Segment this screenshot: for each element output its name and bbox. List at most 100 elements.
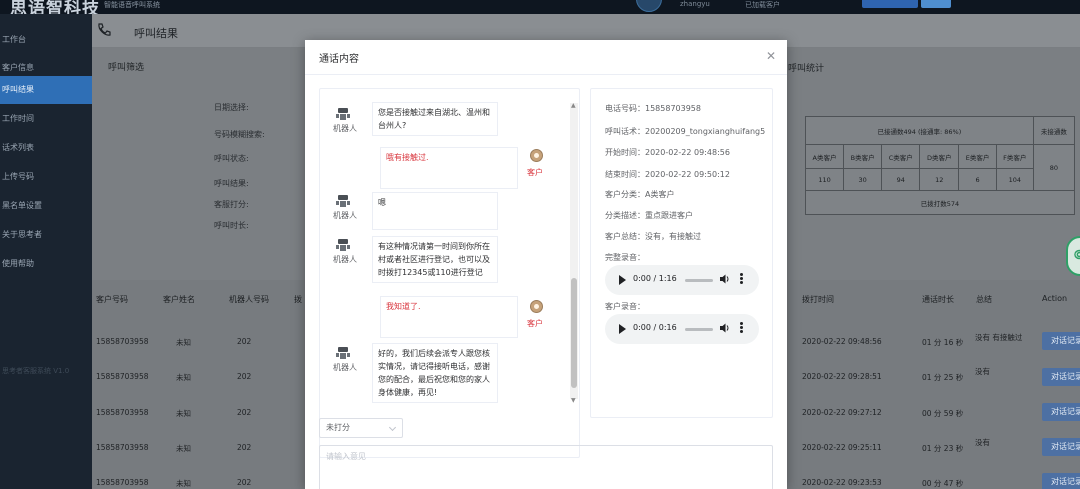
robot-icon — [336, 108, 350, 120]
filter-label-rating: 客服打分: — [214, 200, 249, 209]
call-content-dialog: 通话内容 ✕ 机器人 您是否接触过来自湖北、温州和台州人? 哦有接触过. 客户 … — [305, 40, 787, 489]
user-avatar[interactable] — [636, 0, 662, 12]
sidebar-item-blacklist[interactable]: 黑名单设置 — [0, 192, 92, 220]
message-customer-2: 我知道了. — [380, 296, 518, 338]
more-options-icon[interactable] — [740, 273, 744, 287]
row-3-duration: 00 分 59 秒 — [922, 409, 964, 418]
row-2-dialog-button[interactable]: 对话记录 — [1042, 368, 1080, 386]
row-4-dialog-button[interactable]: 对话记录 — [1042, 438, 1080, 456]
sidebar-item-upload-numbers[interactable]: 上传号码 — [0, 163, 92, 191]
row-3-phone: 15858703958 — [96, 408, 149, 417]
volume-icon[interactable] — [719, 273, 731, 285]
col-header-phone: 客户号码 — [96, 295, 128, 304]
message-customer-1: 哦有接触过. — [380, 147, 518, 189]
customer-avatar — [530, 149, 543, 162]
row-1-dialog-button[interactable]: 对话记录 — [1042, 332, 1080, 350]
row-1-robot: 202 — [237, 337, 252, 346]
robot-label: 机器人 — [333, 211, 357, 220]
stats-not-connected-value: 80 — [1032, 144, 1076, 191]
info-summary: 客户总结：没有，有接触过 — [605, 232, 701, 241]
col-header-robot: 机器人号码 — [229, 295, 269, 304]
top-primary-button[interactable] — [862, 0, 918, 8]
row-5-duration: 00 分 47 秒 — [922, 479, 964, 488]
row-2-phone: 15858703958 — [96, 372, 149, 381]
stats-table: 已接通数494 (接通率: 86%) 未接通数 A类客户 B类客户 C类客户 D… — [804, 116, 1076, 215]
stats-value-e: 6 — [958, 168, 997, 191]
row-4-summary: 没有 — [975, 438, 990, 447]
stats-class-f: F类客户 — [995, 144, 1034, 169]
message-robot-1: 您是否接触过来自湖北、温州和台州人? — [372, 102, 498, 136]
row-5-phone: 15858703958 — [96, 478, 149, 487]
sidebar-item-about[interactable]: 关于思考者 — [0, 221, 92, 249]
row-1-time: 2020-02-22 09:48:56 — [802, 337, 882, 346]
customer-label: 客户 — [527, 168, 543, 177]
floating-help-button[interactable]: ⦾ — [1066, 236, 1080, 276]
filter-label-status: 呼叫状态: — [214, 154, 249, 163]
stats-class-a: A类客户 — [804, 144, 845, 169]
dialog-title: 通话内容 — [319, 54, 359, 65]
sidebar-item-workbench[interactable]: 工作台 — [0, 26, 92, 54]
top-secondary-button[interactable] — [921, 0, 951, 8]
stats-value-a: 110 — [804, 168, 845, 191]
rating-select[interactable]: 未打分 — [319, 418, 403, 438]
stats-value-b: 30 — [843, 168, 883, 191]
call-info-panel: 电话号码：15858703958 呼叫话术：20200209_tongxiang… — [590, 88, 773, 418]
row-1-summary: 没有 有接触过 — [975, 333, 1023, 342]
row-4-name: 未知 — [176, 444, 191, 453]
stats-value-f: 104 — [995, 168, 1034, 191]
audio-progress-track[interactable] — [685, 328, 713, 331]
sidebar-item-work-time[interactable]: 工作时间 — [0, 105, 92, 133]
row-1-duration: 01 分 16 秒 — [922, 338, 964, 347]
full-audio-label: 完整录音： — [605, 253, 645, 262]
robot-icon — [336, 195, 350, 207]
comment-textarea[interactable]: 请输入意见 — [319, 445, 773, 489]
row-1-name: 未知 — [176, 338, 191, 347]
stats-dialed: 已拨打数574 — [805, 190, 1075, 215]
filter-label-result: 呼叫结果: — [214, 179, 249, 188]
full-audio-time: 0:00 / 1:16 — [633, 274, 677, 283]
stats-value-d: 12 — [919, 168, 960, 191]
row-2-robot: 202 — [237, 372, 252, 381]
scroll-down-icon[interactable]: ▼ — [571, 397, 576, 404]
row-1-phone: 15858703958 — [96, 337, 149, 346]
row-5-name: 未知 — [176, 479, 191, 488]
phone-icon — [98, 23, 111, 36]
close-icon[interactable]: ✕ — [766, 49, 776, 63]
filter-title: 呼叫筛选 — [108, 63, 145, 73]
robot-label: 机器人 — [333, 124, 357, 133]
info-start-time: 开始时间：2020-02-22 09:48:56 — [605, 148, 730, 157]
row-3-dialog-button[interactable]: 对话记录 — [1042, 403, 1080, 421]
customer-label: 客户 — [527, 319, 543, 328]
volume-icon[interactable] — [719, 322, 731, 334]
page-title: 呼叫结果 — [134, 27, 178, 40]
message-robot-3: 有这种情况请第一时间到你所在村或者社区进行登记，也可以及时拨打12345或110… — [372, 236, 498, 283]
play-icon[interactable] — [619, 324, 626, 334]
app-logo-subtitle: 智能语音呼叫系统 — [104, 1, 160, 9]
sidebar-item-scripts[interactable]: 话术列表 — [0, 134, 92, 162]
play-icon[interactable] — [619, 275, 626, 285]
row-3-name: 未知 — [176, 409, 191, 418]
info-end-time: 结束时间：2020-02-22 09:50:12 — [605, 170, 730, 179]
filter-label-duration: 呼叫时长: — [214, 221, 249, 230]
chat-scrollbar-thumb[interactable] — [571, 278, 577, 388]
scroll-up-icon[interactable]: ▲ — [571, 102, 576, 109]
col-header-dial: 拨 — [294, 295, 302, 304]
more-options-icon[interactable] — [740, 322, 744, 336]
filter-label-date: 日期选择: — [214, 103, 249, 112]
sidebar-item-call-results[interactable]: 呼叫结果 — [0, 76, 92, 104]
chat-transcript[interactable]: 机器人 您是否接触过来自湖北、温州和台州人? 哦有接触过. 客户 机器人 嗯 机… — [319, 88, 580, 458]
row-5-dialog-button[interactable]: 对话记录 — [1042, 473, 1080, 489]
message-robot-4: 好的，我们后续会派专人跟您核实情况，请记得接听电话，感谢您的配合，最后祝您和您的… — [372, 343, 498, 403]
row-3-time: 2020-02-22 09:27:12 — [802, 408, 882, 417]
sidebar-item-help[interactable]: 使用帮助 — [0, 250, 92, 278]
customer-audio-player[interactable]: 0:00 / 0:16 — [605, 314, 759, 344]
dialog-divider — [305, 74, 787, 75]
chat-scrollbar[interactable]: ▲ ▼ — [570, 102, 578, 404]
col-header-duration: 通话时长 — [922, 295, 954, 304]
audio-progress-track[interactable] — [685, 279, 713, 282]
full-audio-player[interactable]: 0:00 / 1:16 — [605, 265, 759, 295]
message-robot-2: 嗯 — [372, 192, 498, 230]
stats-connected: 已接通数494 (接通率: 86%) — [805, 116, 1034, 145]
user-name: zhangyu — [680, 0, 710, 8]
col-header-summary: 总结 — [976, 295, 992, 304]
